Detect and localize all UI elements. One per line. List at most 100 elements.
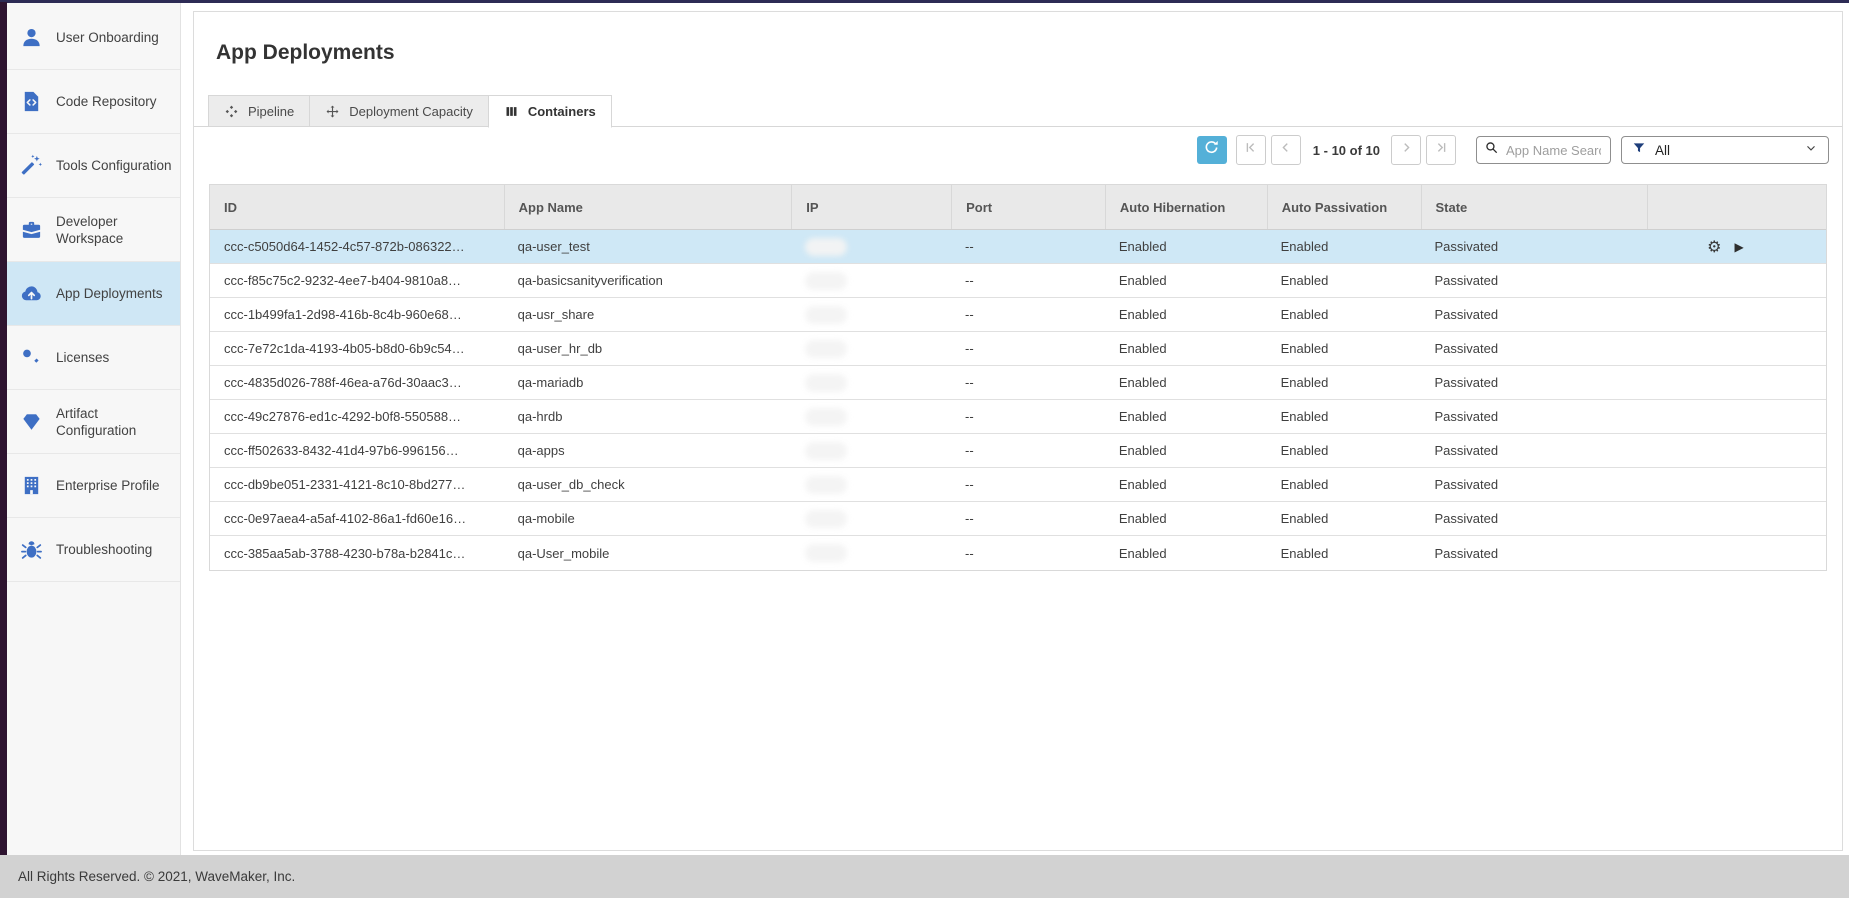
column-header-auto-passivation[interactable]: Auto Passivation <box>1267 185 1421 229</box>
cell-auto-hibernation: Enabled <box>1105 332 1267 365</box>
bug-icon <box>18 538 44 561</box>
cell-actions <box>1647 536 1826 570</box>
tab-label: Pipeline <box>248 104 294 119</box>
cell-port: -- <box>951 332 1105 365</box>
tab-deployment-capacity[interactable]: Deployment Capacity <box>309 95 488 127</box>
cell-id: ccc-ff502633-8432-41d4-97b6-996156… <box>210 434 504 467</box>
cell-auto-hibernation: Enabled <box>1105 298 1267 331</box>
cell-ip <box>791 468 951 501</box>
copyright-text: All Rights Reserved. © 2021, WaveMaker, … <box>18 869 295 884</box>
sidebar-nav-list: User Onboarding Code Repository Tools Conf… <box>7 6 180 582</box>
pipeline-icon <box>224 104 239 119</box>
ip-redacted-value <box>805 408 847 426</box>
cell-ip <box>791 502 951 535</box>
footer: All Rights Reserved. © 2021, WaveMaker, … <box>0 855 1849 898</box>
ip-redacted-value <box>805 476 847 494</box>
last-page-icon <box>1434 140 1449 160</box>
table-row[interactable]: ccc-7e72c1da-4193-4b05-b8d0-6b9c54…qa-us… <box>210 332 1826 366</box>
search-icon <box>1484 140 1504 160</box>
table-row[interactable]: ccc-49c27876-ed1c-4292-b0f8-550588…qa-hr… <box>210 400 1826 434</box>
cell-auto-passivation: Enabled <box>1267 502 1421 535</box>
table-body: ccc-c5050d64-1452-4c57-872b-086322… qa-us… <box>210 230 1826 570</box>
cell-app-name: qa-mariadb <box>504 366 792 399</box>
next-page-button[interactable] <box>1391 135 1421 165</box>
cell-port: -- <box>951 434 1105 467</box>
sidebar-item-tools-configuration[interactable]: Tools Configuration <box>7 134 180 198</box>
cell-state: Passivated <box>1420 366 1647 399</box>
sidebar-item-label: Artifact Configuration <box>56 405 178 439</box>
cell-auto-passivation: Enabled <box>1267 468 1421 501</box>
table-row[interactable]: ccc-f85c75c2-9232-4ee7-b404-9810a8…qa-ba… <box>210 264 1826 298</box>
sidebar-item-user-onboarding[interactable]: User Onboarding <box>7 6 180 70</box>
pagination-range-label: 1 - 10 of 10 <box>1313 143 1380 158</box>
cell-actions <box>1647 332 1826 365</box>
cell-auto-passivation: Enabled <box>1267 366 1421 399</box>
cell-id: ccc-1b499fa1-2d98-416b-8c4b-960e68… <box>210 298 504 331</box>
key-icon <box>18 346 44 369</box>
column-header-id[interactable]: ID <box>210 185 504 229</box>
table-row[interactable]: ccc-0e97aea4-a5af-4102-86a1-fd60e16…qa-m… <box>210 502 1826 536</box>
cell-actions: ⚙▶ <box>1647 230 1826 263</box>
tab-containers[interactable]: Containers <box>488 95 612 128</box>
sidebar-item-code-repository[interactable]: Code Repository <box>7 70 180 134</box>
settings-gear-icon[interactable]: ⚙ <box>1707 239 1721 255</box>
sidebar-item-label: Enterprise Profile <box>56 477 178 494</box>
first-page-icon <box>1243 140 1258 160</box>
sidebar-item-label: Code Repository <box>56 93 178 110</box>
refresh-icon <box>1203 139 1220 161</box>
table-row[interactable]: ccc-ff502633-8432-41d4-97b6-996156…qa-ap… <box>210 434 1826 468</box>
tab-strip: Pipeline Deployment Capacity Containers <box>194 95 1842 127</box>
column-header-ip[interactable]: IP <box>791 185 951 229</box>
filter-dropdown[interactable]: All <box>1621 136 1829 164</box>
previous-page-button[interactable] <box>1271 135 1301 165</box>
table-row[interactable]: ccc-385aa5ab-3788-4230-b78a-b2841c…qa-Us… <box>210 536 1826 570</box>
column-header-port[interactable]: Port <box>951 185 1105 229</box>
sidebar-item-enterprise-profile[interactable]: Enterprise Profile <box>7 454 180 518</box>
cell-ip <box>791 536 951 570</box>
refresh-button[interactable] <box>1197 136 1227 164</box>
sidebar-item-troubleshooting[interactable]: Troubleshooting <box>7 518 180 582</box>
table-row[interactable]: ccc-c5050d64-1452-4c57-872b-086322…qa-us… <box>210 230 1826 264</box>
cell-auto-passivation: Enabled <box>1267 536 1421 570</box>
first-page-button[interactable] <box>1236 135 1266 165</box>
sidebar-item-artifact-configuration[interactable]: Artifact Configuration <box>7 390 180 454</box>
cell-port: -- <box>951 366 1105 399</box>
cell-auto-hibernation: Enabled <box>1105 468 1267 501</box>
cell-id: ccc-c5050d64-1452-4c57-872b-086322… <box>210 230 504 263</box>
cell-app-name: qa-hrdb <box>504 400 792 433</box>
cell-app-name: qa-user_hr_db <box>504 332 792 365</box>
app-name-search-box <box>1476 136 1611 164</box>
cell-port: -- <box>951 502 1105 535</box>
column-header-auto-hibernation[interactable]: Auto Hibernation <box>1105 185 1267 229</box>
column-header-app-name[interactable]: App Name <box>504 185 792 229</box>
run-play-icon[interactable]: ▶ <box>1735 241 1744 253</box>
ip-redacted-value <box>805 238 847 256</box>
cell-actions <box>1647 434 1826 467</box>
sidebar-item-developer-workspace[interactable]: Developer Workspace <box>7 198 180 262</box>
cell-actions <box>1647 366 1826 399</box>
sidebar-item-app-deployments[interactable]: App Deployments <box>7 262 180 326</box>
cell-app-name: qa-user_db_check <box>504 468 792 501</box>
cell-app-name: qa-User_mobile <box>504 536 792 570</box>
sidebar-item-licenses[interactable]: Licenses <box>7 326 180 390</box>
tab-label: Containers <box>528 104 596 119</box>
table-row[interactable]: ccc-4835d026-788f-46ea-a76d-30aac3…qa-ma… <box>210 366 1826 400</box>
column-header-actions[interactable] <box>1647 185 1826 229</box>
last-page-button[interactable] <box>1426 135 1456 165</box>
cell-state: Passivated <box>1420 230 1647 263</box>
cell-ip <box>791 366 951 399</box>
cell-state: Passivated <box>1420 468 1647 501</box>
user-icon <box>18 26 44 49</box>
main-content-card: App Deployments PipelineDeployment Capac… <box>193 11 1843 851</box>
cell-state: Passivated <box>1420 400 1647 433</box>
table-row[interactable]: ccc-db9be051-2331-4121-8c10-8bd277…qa-us… <box>210 468 1826 502</box>
cell-ip <box>791 264 951 297</box>
cell-port: -- <box>951 536 1105 570</box>
search-input[interactable] <box>1504 142 1603 159</box>
tab-pipeline[interactable]: Pipeline <box>208 95 309 127</box>
column-header-state[interactable]: State <box>1421 185 1648 229</box>
cell-port: -- <box>951 230 1105 263</box>
ip-redacted-value <box>805 374 847 392</box>
cell-auto-hibernation: Enabled <box>1105 502 1267 535</box>
table-row[interactable]: ccc-1b499fa1-2d98-416b-8c4b-960e68…qa-us… <box>210 298 1826 332</box>
